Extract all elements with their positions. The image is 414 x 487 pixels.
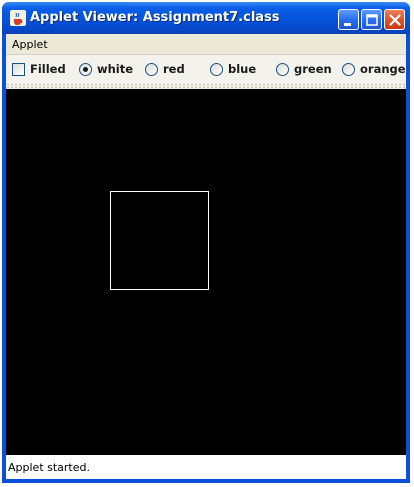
radio-button-blue[interactable]: [210, 62, 223, 76]
drawing-canvas[interactable]: [6, 89, 406, 455]
menu-bar: Applet: [6, 34, 406, 55]
controls-panel: Filled white red blue green orange: [6, 55, 406, 83]
radio-green[interactable]: green: [276, 62, 332, 76]
close-button[interactable]: [384, 9, 405, 30]
drawn-square: [110, 191, 209, 290]
radio-button-white[interactable]: [79, 62, 92, 76]
radio-button-orange[interactable]: [342, 62, 355, 76]
java-cup-icon: [10, 10, 26, 26]
filled-label: Filled: [30, 62, 66, 76]
maximize-button[interactable]: [361, 9, 382, 30]
status-text: Applet started.: [8, 461, 90, 474]
menu-applet[interactable]: Applet: [12, 38, 48, 51]
window-title: Applet Viewer: Assignment7.class: [30, 10, 280, 25]
radio-red[interactable]: red: [145, 62, 185, 76]
radio-button-red[interactable]: [145, 62, 158, 76]
applet-client-area: Applet Filled white red blue green orang…: [6, 34, 406, 479]
radio-blue-label: blue: [228, 62, 257, 76]
status-bar: Applet started.: [6, 455, 406, 479]
minimize-button[interactable]: [338, 9, 359, 30]
radio-blue[interactable]: blue: [210, 62, 256, 76]
radio-white[interactable]: white: [79, 62, 133, 76]
filled-checkbox[interactable]: Filled: [12, 62, 66, 76]
radio-red-label: red: [163, 62, 185, 76]
radio-button-green[interactable]: [276, 62, 289, 76]
radio-orange[interactable]: orange: [342, 62, 406, 76]
applet-viewer-window: Applet Viewer: Assignment7.class Applet: [2, 2, 410, 483]
maximize-icon: [366, 14, 378, 26]
minimize-icon: [344, 23, 351, 26]
close-icon: [389, 14, 401, 26]
checkbox-box[interactable]: [12, 62, 25, 76]
radio-orange-label: orange: [360, 62, 406, 76]
title-bar[interactable]: Applet Viewer: Assignment7.class: [2, 2, 410, 34]
radio-white-label: white: [97, 62, 134, 76]
radio-green-label: green: [294, 62, 332, 76]
